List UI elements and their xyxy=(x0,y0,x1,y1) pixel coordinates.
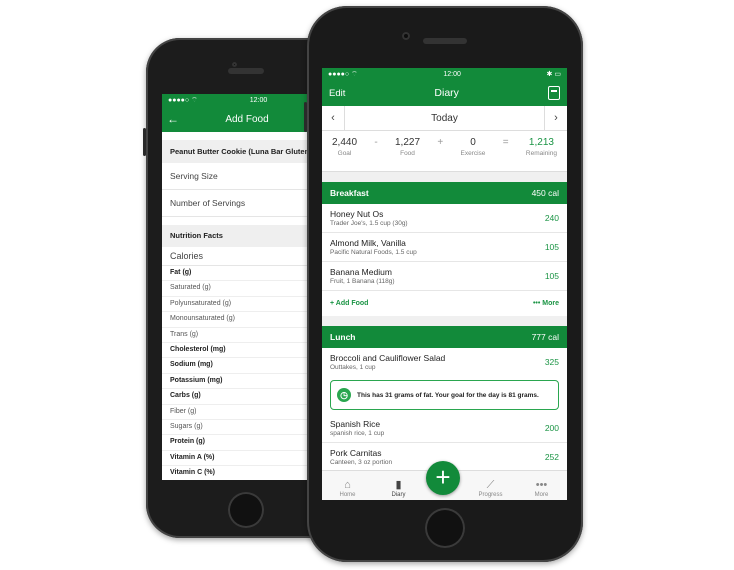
status-bar: ●●●●○ ⌔ 12:00 ✱ ▭ xyxy=(322,68,567,80)
prev-day-icon[interactable]: ‹ xyxy=(322,106,345,130)
lunch-kcal: 777 cal xyxy=(531,332,559,342)
food-label: Food xyxy=(400,150,415,157)
food-item-name: Banana Medium xyxy=(330,267,392,277)
speaker xyxy=(228,68,264,74)
diary-header: Edit Diary xyxy=(322,80,567,106)
chart-icon: ⟋ xyxy=(486,479,495,491)
add-entry-button[interactable]: + xyxy=(426,461,460,495)
goal-summary: 2,440 Goal xyxy=(332,137,357,157)
signal-icon: ●●●●○ ⌔ xyxy=(328,70,358,78)
camera xyxy=(232,62,237,67)
front-phone: ●●●●○ ⌔ 12:00 ✱ ▭ Edit Diary ‹ Today › 2… xyxy=(304,6,583,562)
calendar-icon[interactable] xyxy=(547,86,560,100)
exercise-value: 0 xyxy=(470,137,476,148)
food-summary: 1,227 Food xyxy=(395,137,420,157)
food-item[interactable]: Almond Milk, Vanilla Pacific Natural Foo… xyxy=(322,233,567,262)
food-item-desc: Pacific Natural Foods, 1.5 cup xyxy=(330,249,417,256)
food-item-desc: Fruit, 1 Banana (118g) xyxy=(330,278,395,285)
more-icon: ••• xyxy=(535,479,548,491)
divider xyxy=(322,316,567,326)
food-item[interactable]: Banana Medium Fruit, 1 Banana (118g) 105 xyxy=(322,262,567,291)
volume-button xyxy=(304,102,307,132)
calorie-summary: 2,440 Goal - 1,227 Food + 0 Exercise = 1… xyxy=(322,131,567,172)
breakfast-kcal: 450 cal xyxy=(531,188,559,198)
tab-diary[interactable]: ▮ Diary xyxy=(379,479,419,498)
food-item-name: Almond Milk, Vanilla xyxy=(330,238,406,248)
goal-value: 2,440 xyxy=(332,137,358,148)
remaining-value: 1,213 xyxy=(528,137,554,148)
tip-text: This has 31 grams of fat. Your goal for … xyxy=(357,391,539,399)
more-button[interactable]: ••• More xyxy=(533,300,559,307)
fat-tip: ◷ This has 31 grams of fat. Your goal fo… xyxy=(330,380,559,410)
equals-sign: = xyxy=(502,137,509,148)
exercise-label: Exercise xyxy=(460,150,486,157)
volume-button xyxy=(143,128,146,156)
remaining-label: Remaining xyxy=(525,150,557,157)
food-item-cal: 240 xyxy=(544,213,559,223)
speaker xyxy=(423,38,467,44)
tab-label: More xyxy=(534,492,549,498)
tab-label: Progress xyxy=(478,492,503,498)
food-item-name: Honey Nut Os xyxy=(330,209,384,219)
page-title: Diary xyxy=(434,87,459,99)
lunch-title: Lunch xyxy=(330,332,356,342)
goal-label: Goal xyxy=(337,150,352,157)
home-icon: ⌂ xyxy=(344,479,351,491)
breakfast-actions: + Add Food ••• More xyxy=(322,291,567,316)
tab-progress[interactable]: ⟋ Progress xyxy=(471,479,511,498)
tab-label: Diary xyxy=(391,492,406,498)
lunch-header: Lunch 777 cal xyxy=(322,326,567,348)
tab-label: Home xyxy=(339,492,356,498)
food-item-cal: 105 xyxy=(544,242,559,252)
status-time: 12:00 xyxy=(249,96,268,104)
remaining-summary: 1,213 Remaining xyxy=(526,137,557,157)
next-day-icon[interactable]: › xyxy=(544,106,567,130)
home-button[interactable] xyxy=(228,492,264,528)
food-item[interactable]: Spanish Rice spanish rice, 1 cup 200 xyxy=(322,414,567,443)
day-label[interactable]: Today xyxy=(345,113,544,124)
food-item-name: Pork Carnitas xyxy=(330,448,382,458)
tab-home[interactable]: ⌂ Home xyxy=(328,479,368,498)
plus-sign: + xyxy=(437,137,444,148)
food-item-cal: 325 xyxy=(544,357,559,367)
status-time: 12:00 xyxy=(443,70,461,78)
add-food-button[interactable]: + Add Food xyxy=(330,300,368,307)
food-item-name: Spanish Rice xyxy=(330,419,381,429)
minus-sign: - xyxy=(374,137,378,148)
home-button[interactable] xyxy=(425,508,465,548)
diary-screen: ●●●●○ ⌔ 12:00 ✱ ▭ Edit Diary ‹ Today › 2… xyxy=(322,68,567,500)
food-item-cal: 200 xyxy=(544,423,559,433)
food-value: 1,227 xyxy=(395,137,421,148)
breakfast-header: Breakfast 450 cal xyxy=(322,182,567,204)
battery-icon: ✱ ▭ xyxy=(546,71,561,78)
divider xyxy=(322,172,567,182)
edit-button[interactable]: Edit xyxy=(329,88,345,99)
food-item[interactable]: Honey Nut Os Trader Joe's, 1.5 cup (30g)… xyxy=(322,204,567,233)
food-item[interactable]: Broccoli and Cauliflower Salad Outtakes,… xyxy=(322,348,567,376)
exercise-summary: 0 Exercise xyxy=(461,137,486,157)
food-item-desc: Canteen, 3 oz portion xyxy=(330,459,393,466)
book-icon: ▮ xyxy=(395,479,402,491)
camera xyxy=(402,32,410,40)
food-item-cal: 252 xyxy=(544,452,559,462)
food-item-name: Broccoli and Cauliflower Salad xyxy=(330,353,446,363)
food-item-desc: Trader Joe's, 1.5 cup (30g) xyxy=(330,220,408,227)
signal-icon: ●●●●○ ⌔ xyxy=(168,96,198,104)
food-item-desc: Outtakes, 1 cup xyxy=(330,364,376,371)
clock-icon: ◷ xyxy=(337,388,351,402)
day-selector: ‹ Today › xyxy=(322,106,567,131)
food-item-desc: spanish rice, 1 cup xyxy=(330,430,385,437)
food-item-cal: 105 xyxy=(544,271,559,281)
breakfast-title: Breakfast xyxy=(330,188,369,198)
tab-more[interactable]: ••• More xyxy=(522,479,562,498)
